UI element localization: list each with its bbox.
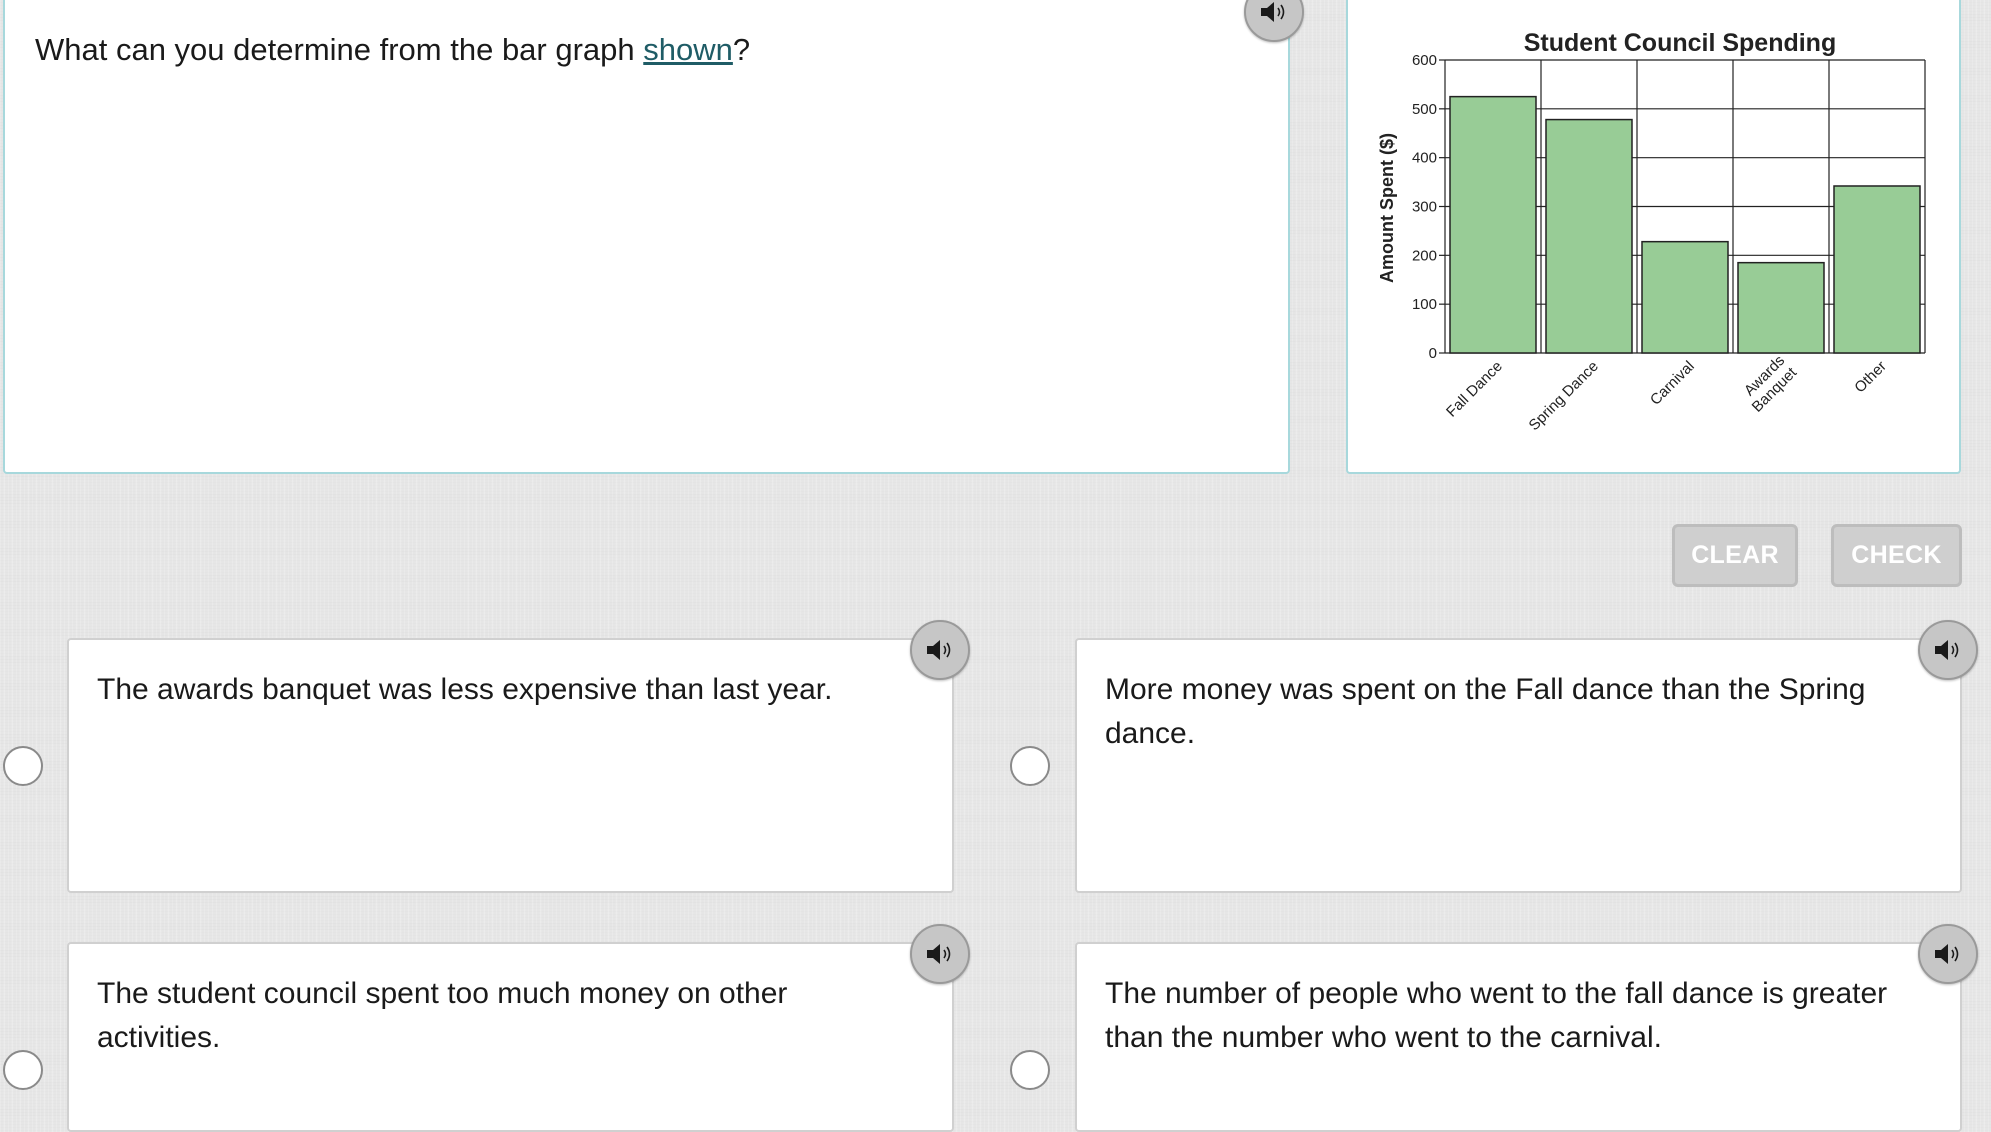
- choice-d-card[interactable]: The number of people who went to the fal…: [1075, 942, 1962, 1132]
- bar-spring-dance: [1545, 118, 1633, 354]
- speaker-icon: [1259, 0, 1289, 24]
- y-tick-label: 0: [1429, 345, 1437, 362]
- bar-fall-dance: [1449, 95, 1537, 354]
- choice-b-card[interactable]: More money was spent on the Fall dance t…: [1075, 638, 1962, 893]
- y-axis-ticks: 0 100 200 300 400 500 600: [1412, 52, 1445, 362]
- choice-a-text: The awards banquet was less expensive th…: [97, 673, 833, 706]
- choice-c-audio-button[interactable]: [910, 924, 970, 984]
- choice-a-audio-button[interactable]: [910, 620, 970, 680]
- question-text: What can you determine from the bar grap…: [35, 30, 750, 70]
- x-tick-label: Fall Dance: [1443, 358, 1506, 421]
- choice-d-audio-button[interactable]: [1918, 924, 1978, 984]
- check-button[interactable]: CHECK: [1831, 524, 1962, 587]
- bar-other: [1833, 185, 1921, 354]
- choice-d-text: The number of people who went to the fal…: [1105, 977, 1888, 1054]
- speaker-icon: [925, 638, 955, 662]
- y-axis-label: Amount Spent ($): [1377, 133, 1397, 283]
- x-tick-label: Other: [1851, 358, 1890, 397]
- clear-button[interactable]: CLEAR: [1672, 524, 1798, 587]
- y-tick-label: 400: [1412, 150, 1437, 167]
- y-tick-label: 300: [1412, 199, 1437, 216]
- y-tick-label: 500: [1412, 101, 1437, 118]
- y-tick-label: 200: [1412, 247, 1437, 264]
- x-tick-label: Carnival: [1647, 358, 1698, 409]
- speaker-icon: [1933, 942, 1963, 966]
- choice-c-radio[interactable]: [3, 1050, 43, 1090]
- bar-awards-banquet: [1737, 261, 1825, 354]
- speaker-icon: [925, 942, 955, 966]
- question-text-before: What can you determine from the bar grap…: [35, 32, 644, 67]
- x-tick-label-line: Spring Dance: [1526, 358, 1602, 434]
- x-tick-label-line: Other: [1851, 358, 1890, 397]
- speaker-icon: [1933, 638, 1963, 662]
- x-tick-label: Spring Dance: [1526, 358, 1602, 434]
- choice-a-card[interactable]: The awards banquet was less expensive th…: [67, 638, 954, 893]
- choice-c-card[interactable]: The student council spent too much money…: [67, 942, 954, 1132]
- choice-c-text: The student council spent too much money…: [97, 977, 788, 1054]
- choice-a-radio[interactable]: [3, 746, 43, 786]
- choice-b-text: More money was spent on the Fall dance t…: [1105, 673, 1866, 750]
- question-panel: What can you determine from the bar grap…: [3, 0, 1290, 474]
- chart-title: Student Council Spending: [1524, 29, 1836, 57]
- x-axis-tick-labels: Fall Dance Spring Dance Carnival AwardsBanq…: [1443, 352, 1890, 434]
- bar-carnival: [1641, 240, 1729, 354]
- y-tick-label: 600: [1412, 52, 1437, 69]
- x-tick-label-line: Fall Dance: [1443, 358, 1506, 421]
- x-tick-label: AwardsBanquet: [1737, 352, 1801, 416]
- choice-d-radio[interactable]: [1010, 1050, 1050, 1090]
- question-text-after: ?: [732, 32, 751, 67]
- shown-link[interactable]: shown: [643, 32, 733, 67]
- y-tick-label: 100: [1412, 296, 1437, 313]
- x-tick-label-line: Carnival: [1647, 358, 1698, 409]
- choice-b-audio-button[interactable]: [1918, 620, 1978, 680]
- bar-chart: Student Council Spending Amount Spent ($…: [1377, 29, 1926, 434]
- chart-bars: [1449, 95, 1921, 354]
- choice-b-radio[interactable]: [1010, 746, 1050, 786]
